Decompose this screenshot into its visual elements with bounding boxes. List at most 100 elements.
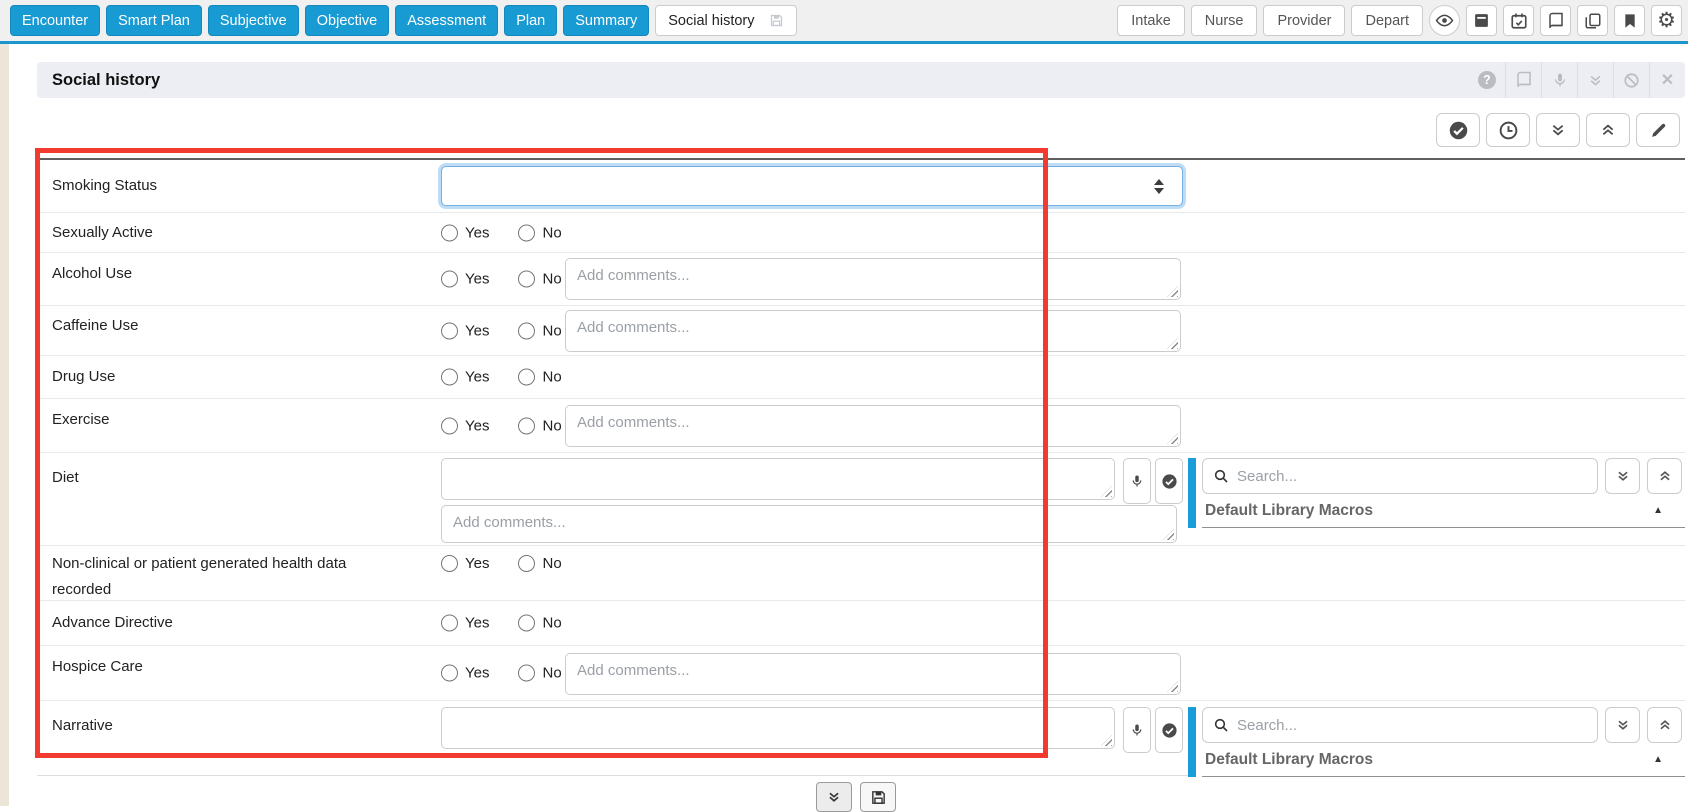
tab-smart-plan[interactable]: Smart Plan	[106, 5, 202, 36]
chevron-double-up-icon	[1600, 122, 1616, 138]
caret-up-icon: ▲	[1653, 754, 1663, 765]
disable-section-button[interactable]	[1613, 62, 1649, 98]
collapse-form-button[interactable]	[816, 782, 852, 812]
section-title: Social history	[52, 70, 161, 89]
caret-up-icon: ▲	[1653, 505, 1663, 516]
calendar-check-button[interactable]	[1503, 5, 1534, 36]
radio-label-no: No	[542, 368, 562, 386]
radio-label-no: No	[542, 664, 562, 682]
narrative-dictate-button[interactable]	[1123, 707, 1151, 753]
tab-assessment[interactable]: Assessment	[395, 5, 499, 36]
tab-subjective[interactable]: Subjective	[207, 5, 299, 36]
radio-label-no: No	[542, 417, 562, 434]
radio-label-no: No	[542, 614, 562, 632]
help-button[interactable]: ?	[1469, 62, 1505, 98]
advance-directive-no-radio[interactable]	[518, 614, 536, 632]
macro-panel-accent-bar	[1188, 707, 1196, 777]
alcohol-use-comments-textarea[interactable]	[565, 258, 1181, 300]
tab-social-history-active[interactable]: Social history	[655, 5, 797, 36]
field-label: Non-clinical or patient generated health…	[52, 555, 347, 599]
save-icon	[769, 13, 784, 28]
alcohol-use-yes-radio[interactable]	[441, 270, 458, 288]
search-icon	[1213, 468, 1229, 484]
caffeine-use-comments-textarea[interactable]	[565, 310, 1181, 352]
eye-button[interactable]	[1429, 5, 1460, 36]
history-button[interactable]	[1486, 113, 1530, 147]
tab-objective[interactable]: Objective	[304, 5, 390, 36]
copy-button[interactable]	[1577, 5, 1608, 36]
collapse-section-button[interactable]	[1577, 62, 1613, 98]
book-button[interactable]	[1540, 5, 1571, 36]
hospice-care-comments-textarea[interactable]	[565, 653, 1181, 695]
diet-confirm-button[interactable]	[1155, 458, 1183, 504]
diet-comments-textarea[interactable]	[441, 505, 1177, 543]
tab-plan[interactable]: Plan	[504, 5, 558, 36]
collapse-all-button[interactable]	[1586, 113, 1630, 147]
narrative-macro-search-input[interactable]	[1237, 716, 1587, 734]
sexually-active-no-radio[interactable]	[518, 224, 536, 241]
smoking-status-select[interactable]	[441, 166, 1183, 206]
caffeine-use-no-radio[interactable]	[518, 322, 536, 339]
radio-label-yes: Yes	[465, 368, 490, 386]
save-form-button[interactable]	[860, 782, 896, 812]
field-label: Hospice Care	[52, 658, 143, 675]
chevron-double-up-icon	[1658, 469, 1672, 483]
search-icon	[1213, 717, 1229, 733]
row-narrative: Narrative Search... Default Library Macr…	[37, 700, 1685, 778]
drug-use-yes-radio[interactable]	[441, 368, 458, 386]
default-library-macros-header[interactable]: Default Library Macros ▲	[1202, 494, 1685, 528]
field-label: Drug Use	[52, 367, 116, 385]
chevron-double-down-icon	[1616, 469, 1630, 483]
caffeine-use-yes-radio[interactable]	[441, 322, 458, 339]
narrative-textarea[interactable]	[441, 707, 1115, 749]
radio-label-yes: Yes	[465, 322, 490, 339]
tab-summary[interactable]: Summary	[563, 5, 650, 36]
drug-use-no-radio[interactable]	[518, 368, 536, 386]
macro-collapse-button[interactable]	[1647, 707, 1682, 743]
close-section-button[interactable]: ✕	[1649, 62, 1685, 98]
macro-expand-button[interactable]	[1605, 707, 1640, 743]
radio-label-yes: Yes	[465, 555, 490, 572]
macro-expand-button[interactable]	[1605, 458, 1640, 494]
hospice-care-no-radio[interactable]	[518, 664, 536, 682]
provider-button[interactable]: Provider	[1263, 5, 1346, 36]
nonclinical-yes-radio[interactable]	[441, 555, 458, 572]
diet-textarea[interactable]	[441, 458, 1115, 500]
depart-button[interactable]: Depart	[1351, 5, 1423, 36]
chevron-double-up-icon	[1658, 718, 1672, 732]
nonclinical-no-radio[interactable]	[518, 555, 536, 572]
social-history-form: Smoking Status Sexually Active Yes No Al…	[37, 158, 1685, 778]
alcohol-use-no-radio[interactable]	[518, 270, 536, 288]
expand-all-button[interactable]	[1536, 113, 1580, 147]
nurse-button[interactable]: Nurse	[1190, 5, 1258, 36]
intake-button[interactable]: Intake	[1117, 5, 1185, 36]
mark-reviewed-button[interactable]	[1436, 113, 1480, 147]
microphone-icon	[1552, 71, 1568, 89]
exercise-yes-radio[interactable]	[441, 417, 458, 434]
macro-library-button[interactable]	[1505, 62, 1541, 98]
diet-dictate-button[interactable]	[1123, 458, 1151, 504]
radio-label-yes: Yes	[465, 224, 490, 241]
field-label: Exercise	[52, 411, 110, 428]
row-alcohol-use: Alcohol Use Yes No	[37, 252, 1685, 305]
macro-collapse-button[interactable]	[1647, 458, 1682, 494]
field-label: Diet	[52, 469, 79, 486]
hospice-care-yes-radio[interactable]	[441, 664, 458, 682]
settings-button[interactable]: ⚙	[1651, 5, 1682, 36]
bookmark-button[interactable]	[1614, 5, 1645, 36]
row-diet: Diet Add comments... Search... Default L…	[37, 452, 1685, 545]
page-left-strip	[0, 44, 9, 806]
dictate-button[interactable]	[1541, 62, 1577, 98]
exercise-comments-textarea[interactable]	[565, 405, 1181, 447]
narrative-confirm-button[interactable]	[1155, 707, 1183, 753]
default-library-macros-header[interactable]: Default Library Macros ▲	[1202, 743, 1685, 777]
advance-directive-yes-radio[interactable]	[441, 614, 458, 632]
exercise-no-radio[interactable]	[518, 417, 536, 434]
edit-button[interactable]	[1636, 113, 1680, 147]
radio-label-yes: Yes	[465, 664, 490, 682]
diet-macro-search-input[interactable]	[1237, 467, 1587, 485]
book-icon	[1515, 71, 1533, 89]
tab-encounter[interactable]: Encounter	[10, 5, 101, 36]
archive-box-button[interactable]	[1466, 5, 1497, 36]
sexually-active-yes-radio[interactable]	[441, 224, 458, 241]
